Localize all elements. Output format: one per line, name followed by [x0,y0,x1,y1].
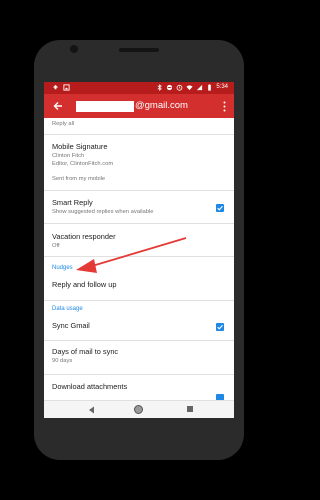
vacation-title: Vacation responder [52,232,116,241]
setting-smart-reply[interactable]: Smart Reply Show suggested replies when … [52,198,226,216]
bluetooth-icon [157,84,163,91]
days-sync-title: Days of mail to sync [52,347,119,356]
back-arrow-icon[interactable] [52,100,64,112]
status-time: 5:34 [216,84,228,90]
mobile-signature-title: Mobile Signature [52,142,108,151]
account-title: @gmail.com [135,100,188,111]
smart-reply-title: Smart Reply [52,198,93,207]
setting-sync-gmail[interactable]: Sync Gmail [52,321,226,331]
upload-icon [52,84,59,90]
setting-vacation-responder[interactable]: Vacation responder Off [52,232,226,250]
divider [44,190,234,191]
divider [44,223,234,224]
check-icon [217,324,223,330]
section-header-nudges: Nudges [52,264,226,272]
do-not-disturb-icon [167,84,173,91]
wifi-icon [186,85,193,91]
divider [44,256,234,257]
phone-screen: 5:34 @gmail.com Reply all Mobile Signatu… [44,82,234,418]
reply-all-default: Reply all [52,120,226,128]
front-camera [70,45,78,53]
nav-recents-icon[interactable] [187,406,193,412]
vacation-subtitle: Off [52,243,60,249]
divider [44,374,234,375]
reply-follow-up-title: Reply and follow up [52,280,117,289]
more-options-icon[interactable] [223,101,226,112]
image-icon [63,84,70,91]
battery-icon [208,84,212,91]
divider [44,134,234,135]
signature-line-2: Editor, ClintonFitch.com [52,161,114,167]
alarm-icon [176,84,183,91]
signature-line-1: Clinton Fitch [52,153,85,159]
nav-home-icon[interactable] [134,405,143,414]
setting-reply-follow-up[interactable]: Reply and follow up [52,280,226,290]
smart-reply-checkbox[interactable] [216,204,224,212]
divider [44,340,234,341]
setting-mobile-signature[interactable]: Mobile Signature Clinton Fitch Editor, C… [52,142,226,183]
download-attachments-title: Download attachments [52,382,128,391]
sync-gmail-checkbox[interactable] [216,323,224,331]
nudges-header: Nudges [52,265,73,271]
android-nav-bar [44,400,234,418]
divider [44,300,234,301]
section-header-data-usage: Data usage [52,305,226,313]
setting-download-attachments[interactable]: Download attachments [52,382,226,392]
smart-reply-subtitle: Show suggested replies when available [52,209,154,215]
signal-icon [197,84,203,91]
data-usage-header: Data usage [52,306,83,312]
reply-all-value: Reply all [52,121,75,127]
speaker-grille [119,48,159,52]
sync-gmail-title: Sync Gmail [52,321,90,330]
setting-days-to-sync[interactable]: Days of mail to sync 90 days [52,347,226,365]
nav-back-icon[interactable] [88,406,95,414]
check-icon [217,205,223,211]
redacted-email-box [76,101,134,112]
signature-line-3: Sent from my mobile [52,176,106,182]
days-sync-subtitle: 90 days [52,358,73,364]
app-bar: @gmail.com [44,94,234,118]
status-bar: 5:34 [44,82,234,94]
settings-list: Reply all Mobile Signature Clinton Fitch… [44,118,234,400]
